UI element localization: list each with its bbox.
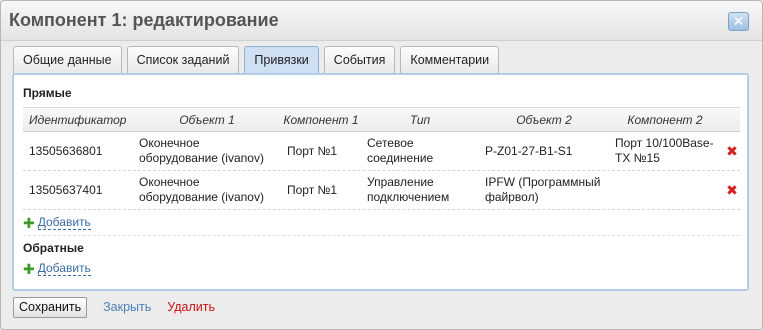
section-divider — [23, 235, 740, 236]
column-header-object2[interactable]: Объект 2 — [479, 108, 609, 131]
table-row[interactable]: 13505636801 Оконечное оборудование (ivan… — [23, 132, 740, 171]
plus-icon: ✚ — [23, 214, 35, 231]
column-header-object1[interactable]: Объект 1 — [133, 108, 281, 131]
cell-component2: Порт 10/100Base-TX №15 — [615, 136, 714, 165]
cell-object2: IPFW (Программный файрвол) — [485, 175, 601, 204]
dialog-titlebar: Компонент 1: редактирование ✕ — [1, 1, 762, 41]
close-dialog-button[interactable]: ✕ — [728, 12, 749, 31]
edit-dialog: Компонент 1: редактирование ✕ Общие данн… — [0, 0, 763, 330]
column-header-component1[interactable]: Компонент 1 — [281, 108, 361, 131]
add-reverse-link[interactable]: ✚ Добавить — [23, 261, 91, 276]
tab-events[interactable]: События — [323, 46, 396, 74]
cell-component1: Порт №1 — [287, 143, 338, 158]
delete-icon[interactable]: ✖ — [725, 144, 739, 158]
cell-object1: Оконечное оборудование (ivanov) — [139, 136, 264, 165]
cell-type: Сетевое соединение — [367, 136, 434, 165]
dialog-title: Компонент 1: редактирование — [9, 10, 279, 30]
column-header-id[interactable]: Идентификатор — [23, 108, 133, 131]
add-direct-label: Добавить — [37, 215, 91, 230]
delete-link[interactable]: Удалить — [167, 300, 215, 314]
save-button[interactable]: Сохранить — [13, 296, 88, 318]
tab-general[interactable]: Общие данные — [13, 46, 122, 74]
column-header-component2[interactable]: Компонент 2 — [609, 108, 721, 131]
direct-section-title: Прямые — [23, 86, 72, 100]
reverse-section-title: Обратные — [23, 241, 84, 255]
cell-component1: Порт №1 — [287, 182, 338, 197]
column-header-type[interactable]: Тип — [361, 108, 479, 131]
table-header: Идентификатор Объект 1 Компонент 1 Тип О… — [23, 107, 740, 132]
cell-id: 13505636801 — [29, 143, 103, 158]
add-direct-link[interactable]: ✚ Добавить — [23, 215, 91, 230]
tab-comments[interactable]: Комментарии — [400, 46, 500, 74]
bindings-panel: Прямые Идентификатор Объект 1 Компонент … — [12, 73, 749, 291]
close-icon: ✕ — [732, 13, 745, 29]
tab-task-list[interactable]: Список заданий — [126, 46, 240, 74]
add-reverse-label: Добавить — [37, 261, 91, 276]
tab-bar: Общие данные Список заданий Привязки Соб… — [13, 46, 500, 74]
cell-object2: P-Z01-27-B1-S1 — [485, 143, 573, 158]
plus-icon: ✚ — [23, 260, 35, 277]
tab-bindings[interactable]: Привязки — [244, 46, 319, 74]
cell-id: 13505637401 — [29, 182, 103, 197]
dialog-footer: Сохранить Закрыть Удалить — [13, 296, 215, 318]
cell-object1: Оконечное оборудование (ivanov) — [139, 175, 264, 204]
cell-type: Управление подключением — [367, 175, 450, 204]
table-row[interactable]: 13505637401 Оконечное оборудование (ivan… — [23, 171, 740, 210]
direct-bindings-table: Идентификатор Объект 1 Компонент 1 Тип О… — [23, 107, 740, 210]
close-link[interactable]: Закрыть — [103, 300, 151, 314]
delete-icon[interactable]: ✖ — [725, 183, 739, 197]
